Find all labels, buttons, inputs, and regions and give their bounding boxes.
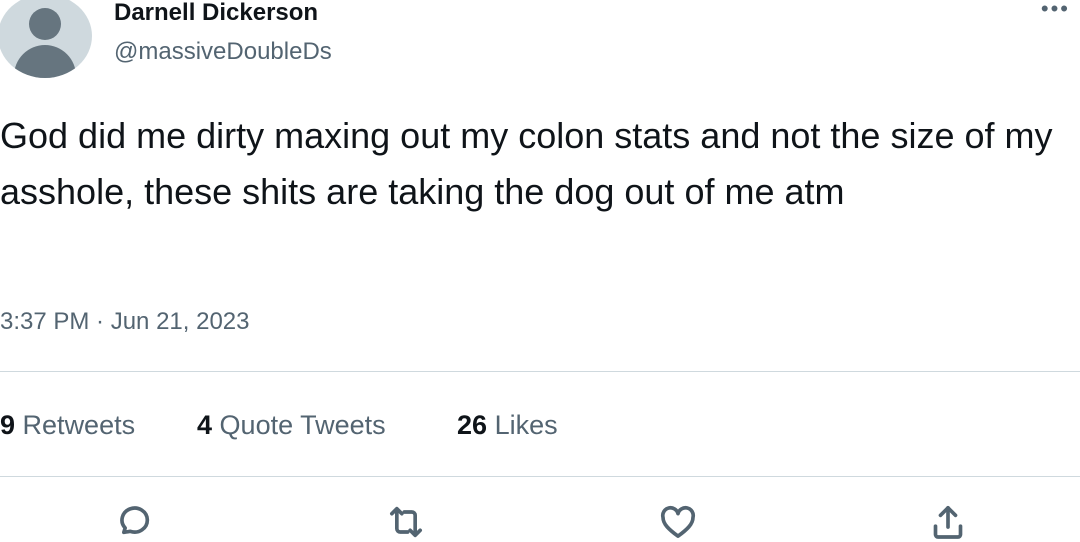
divider <box>0 371 1080 372</box>
reply-button[interactable] <box>113 502 153 542</box>
avatar[interactable] <box>0 0 92 78</box>
author-display-name[interactable]: Darnell Dickerson <box>114 0 318 27</box>
tweet-text: God did me dirty maxing out my colon sta… <box>0 115 1053 212</box>
retweets-label: Retweets <box>22 410 136 440</box>
share-icon <box>933 506 963 539</box>
likes-label: Likes <box>494 410 558 440</box>
author-handle[interactable]: @massiveDoubleDs <box>114 38 332 66</box>
like-button[interactable] <box>658 502 698 542</box>
like-icon <box>660 505 696 538</box>
retweets-count: 9 <box>0 410 16 440</box>
share-button[interactable] <box>928 502 968 542</box>
divider <box>0 476 1080 477</box>
quote-tweets-stat[interactable]: 4 Quote Tweets <box>197 410 386 441</box>
retweet-icon <box>390 506 422 538</box>
tweet-timestamp[interactable]: 3:37 PM · Jun 21, 2023 <box>0 308 250 336</box>
retweets-stat[interactable]: 9 Retweets <box>0 410 135 441</box>
quote-tweets-label: Quote Tweets <box>219 410 386 440</box>
ellipsis-icon[interactable]: ••• <box>1041 0 1070 22</box>
likes-count: 26 <box>457 410 488 440</box>
default-avatar-icon <box>29 8 61 40</box>
retweet-button[interactable] <box>386 502 426 542</box>
likes-stat[interactable]: 26 Likes <box>457 410 558 441</box>
quote-tweets-count: 4 <box>197 410 213 440</box>
reply-icon <box>120 506 150 535</box>
